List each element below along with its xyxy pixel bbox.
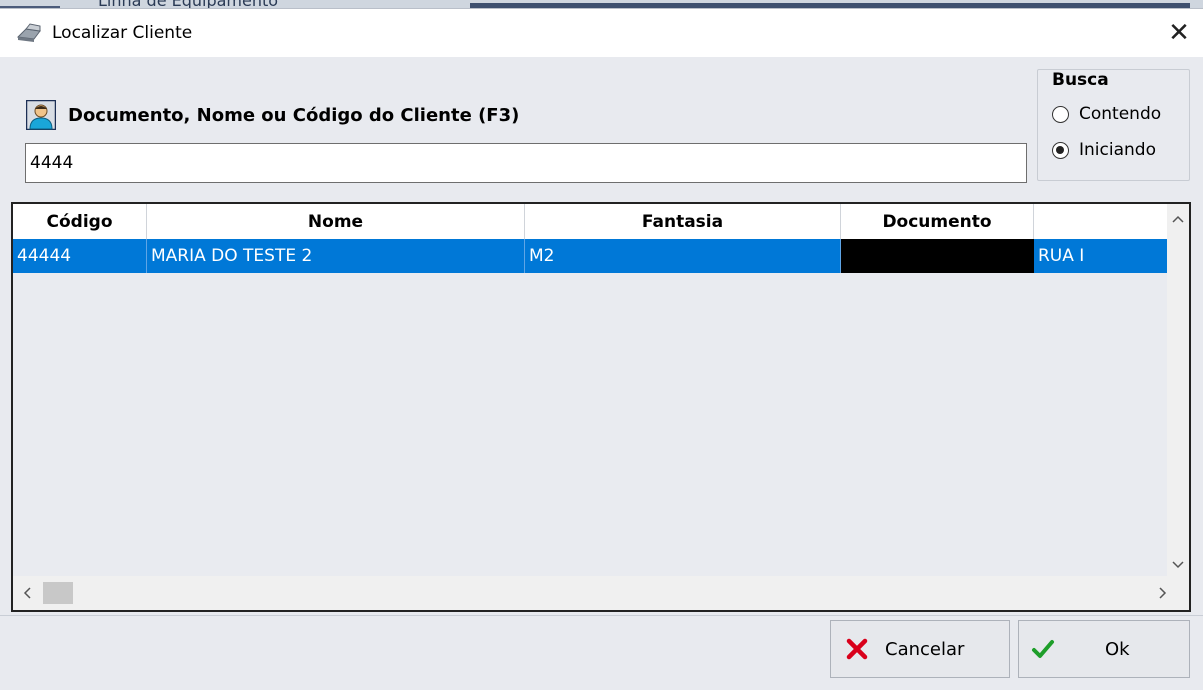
scroll-right-icon[interactable] xyxy=(1151,582,1175,604)
grid-header: Código Nome Fantasia Documento xyxy=(13,204,1169,239)
search-label: Documento, Nome ou Código do Cliente (F3… xyxy=(68,104,520,126)
scroll-down-icon[interactable] xyxy=(1167,554,1189,576)
results-grid: Código Nome Fantasia Documento 44444 MAR… xyxy=(11,202,1191,612)
cell-fantasia: M2 xyxy=(525,239,841,273)
cell-documento-redacted xyxy=(841,239,1034,273)
column-header-codigo[interactable]: Código xyxy=(13,204,147,239)
radio-label: Iniciando xyxy=(1079,140,1156,160)
search-input[interactable] xyxy=(25,143,1027,183)
close-icon: ✕ xyxy=(1168,18,1190,48)
search-label-row: Documento, Nome ou Código do Cliente (F3… xyxy=(26,97,519,133)
vertical-scrollbar[interactable] xyxy=(1167,204,1189,576)
radio-circle-checked xyxy=(1052,141,1069,159)
cell-codigo: 44444 xyxy=(13,239,147,273)
column-header-nome[interactable]: Nome xyxy=(147,204,525,239)
x-icon xyxy=(846,638,868,660)
column-header-documento[interactable]: Documento xyxy=(841,204,1034,239)
scroll-thumb[interactable] xyxy=(43,582,73,604)
printer-icon xyxy=(16,23,41,42)
scroll-up-icon[interactable] xyxy=(1167,208,1189,230)
radio-contendo[interactable]: Contendo xyxy=(1052,104,1161,124)
check-icon xyxy=(1032,640,1054,658)
table-row[interactable]: 44444 MARIA DO TESTE 2 M2 RUA I xyxy=(13,239,1169,273)
column-header-extra[interactable] xyxy=(1034,204,1169,239)
localizar-cliente-dialog: Localizar Cliente ✕ Documento, Nome ou C… xyxy=(0,8,1203,690)
cell-endereco: RUA I xyxy=(1038,246,1085,266)
horizontal-scrollbar[interactable] xyxy=(13,576,1189,610)
busca-title: Busca xyxy=(1052,70,1109,90)
ok-label: Ok xyxy=(1105,638,1130,660)
divider xyxy=(0,615,1203,616)
scroll-left-icon[interactable] xyxy=(15,582,39,604)
radio-iniciando[interactable]: Iniciando xyxy=(1052,140,1156,160)
radio-circle xyxy=(1052,105,1069,123)
radio-label: Contendo xyxy=(1079,104,1162,124)
window-title: Localizar Cliente xyxy=(52,23,193,43)
cancel-label: Cancelar xyxy=(885,638,965,660)
close-button[interactable]: ✕ xyxy=(1155,9,1203,57)
ok-button[interactable]: Ok xyxy=(1018,620,1190,678)
busca-group: Busca Contendo Iniciando xyxy=(1037,69,1190,181)
person-icon xyxy=(26,100,56,130)
cancel-button[interactable]: Cancelar xyxy=(830,620,1010,678)
column-header-fantasia[interactable]: Fantasia xyxy=(525,204,841,239)
cell-nome: MARIA DO TESTE 2 xyxy=(147,239,525,273)
title-bar: Localizar Cliente ✕ xyxy=(0,9,1203,57)
